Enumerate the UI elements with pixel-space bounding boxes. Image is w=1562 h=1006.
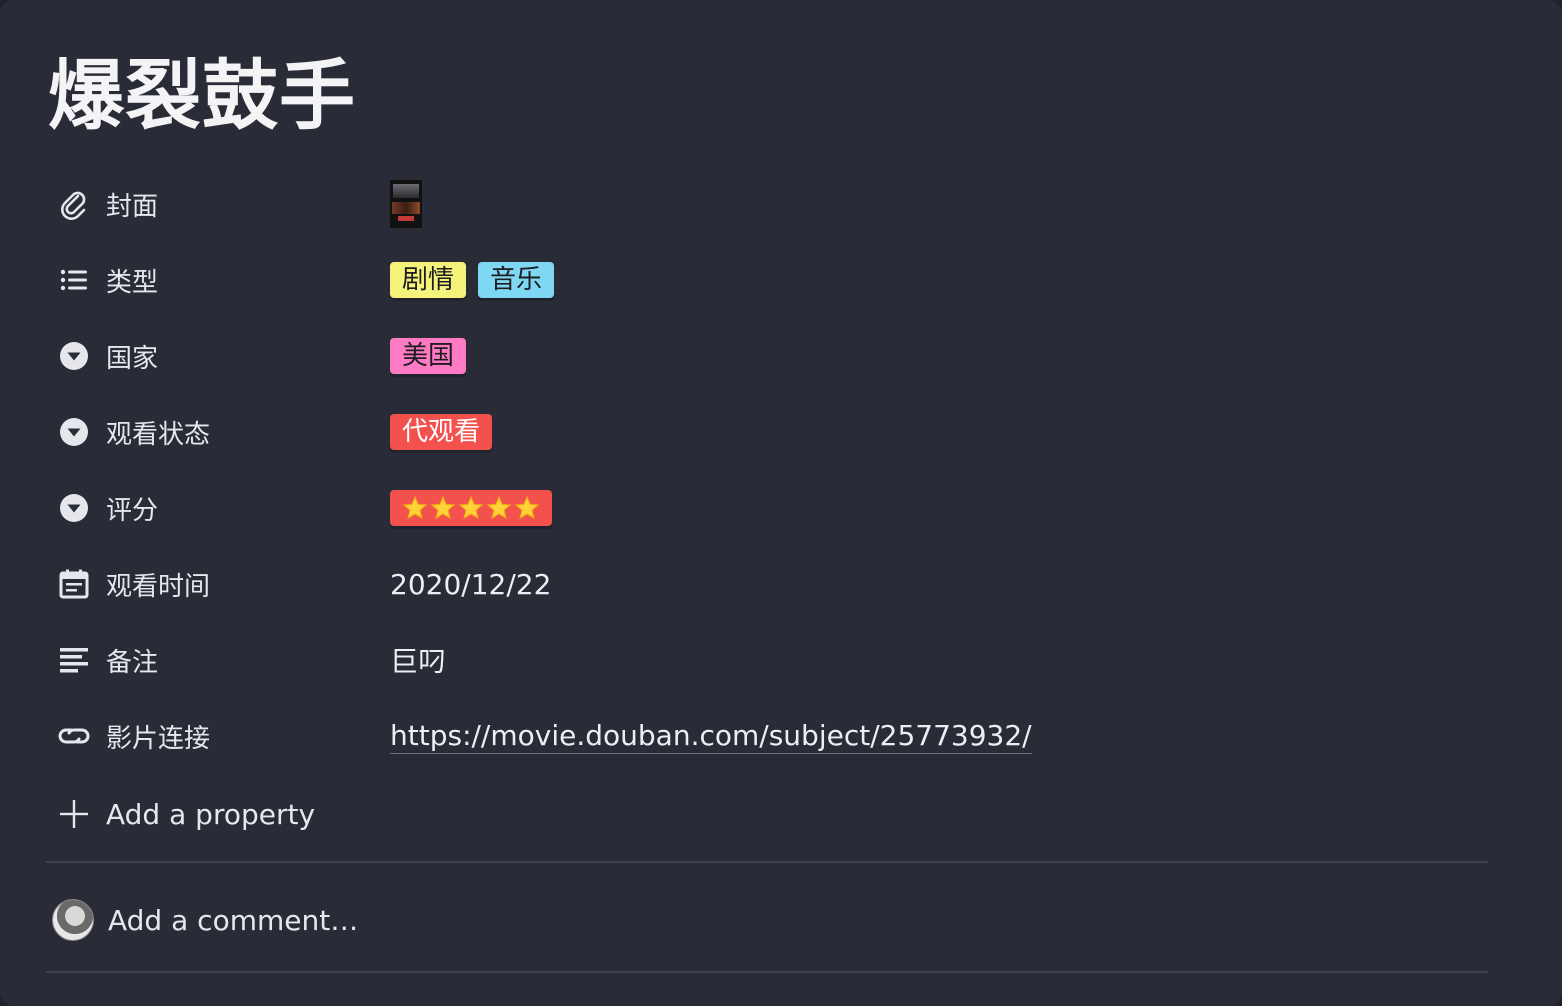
property-value-country[interactable]: 美国 (390, 318, 467, 394)
tag-music[interactable]: 音乐 (478, 262, 555, 298)
watch-date-value[interactable]: 2020/12/22 (390, 568, 551, 601)
text-icon (46, 622, 102, 698)
star-icon (486, 495, 512, 520)
property-label-country[interactable]: 国家 (46, 318, 376, 394)
star-icon (458, 495, 484, 520)
paperclip-icon (46, 166, 102, 242)
tag-rating-stars[interactable] (390, 490, 552, 526)
property-label-watch-date[interactable]: 观看时间 (46, 546, 376, 622)
add-property-button[interactable]: Add a property (46, 776, 315, 852)
property-row-rating: 评分 (46, 470, 1488, 546)
select-icon (46, 318, 102, 394)
divider-bottom (46, 971, 1488, 973)
property-value-film-link[interactable]: https://movie.douban.com/subject/2577393… (390, 698, 1032, 774)
property-label-text: 封面 (106, 191, 159, 222)
tag-drama[interactable]: 剧情 (390, 262, 467, 298)
add-comment-field[interactable]: Add a comment… (52, 898, 358, 942)
property-label-watch-status[interactable]: 观看状态 (46, 394, 376, 470)
cover-thumbnail[interactable] (390, 180, 422, 228)
property-value-notes[interactable]: 巨叼 (390, 622, 446, 698)
property-row-watch-date: 观看时间 2020/12/22 (46, 546, 1488, 622)
add-comment-placeholder: Add a comment… (108, 903, 359, 937)
divider-top (46, 861, 1488, 863)
property-label-genre[interactable]: 类型 (46, 242, 376, 318)
star-icon (430, 495, 456, 520)
property-label-text: 评分 (106, 495, 159, 526)
property-label-text: 国家 (106, 343, 159, 374)
page-title[interactable]: 爆裂鼓手 (48, 48, 356, 144)
property-row-cover: 封面 (46, 166, 1488, 242)
property-label-rating[interactable]: 评分 (46, 470, 376, 546)
property-value-rating[interactable] (390, 470, 552, 546)
property-row-watch-status: 观看状态 代观看 (46, 394, 1488, 470)
add-property-label: Add a property (106, 797, 316, 831)
property-row-country: 国家 美国 (46, 318, 1488, 394)
property-row-genre: 类型 剧情 音乐 (46, 242, 1488, 318)
property-row-film-link: 影片连接 https://movie.douban.com/subject/25… (46, 698, 1488, 774)
rating-stars (402, 495, 540, 521)
star-icon (514, 495, 540, 520)
property-value-watch-date[interactable]: 2020/12/22 (390, 546, 551, 622)
tag-usa[interactable]: 美国 (390, 338, 467, 374)
property-row-notes: 备注 巨叼 (46, 622, 1488, 698)
property-label-text: 备注 (106, 647, 159, 678)
film-link-url[interactable]: https://movie.douban.com/subject/2577393… (390, 719, 1032, 754)
avatar (52, 899, 94, 941)
star-icon (402, 495, 428, 520)
plus-icon (46, 798, 102, 830)
property-label-text: 观看状态 (106, 419, 211, 450)
property-label-notes[interactable]: 备注 (46, 622, 376, 698)
notes-value[interactable]: 巨叼 (390, 640, 446, 680)
select-icon (46, 470, 102, 546)
property-label-film-link[interactable]: 影片连接 (46, 698, 376, 774)
calendar-icon (46, 546, 102, 622)
page: 爆裂鼓手 封面 类型 剧情 音乐 国家 美国 观看状态 代观看 评分 观看时间 … (0, 0, 1562, 1006)
property-value-genre[interactable]: 剧情 音乐 (390, 242, 555, 318)
property-label-text: 类型 (106, 267, 159, 298)
select-icon (46, 394, 102, 470)
property-label-cover[interactable]: 封面 (46, 166, 376, 242)
property-label-text: 影片连接 (106, 723, 211, 754)
link-icon (46, 698, 102, 774)
property-value-watch-status[interactable]: 代观看 (390, 394, 493, 470)
property-value-cover[interactable] (390, 166, 422, 242)
property-label-text: 观看时间 (106, 571, 211, 602)
tag-to-watch[interactable]: 代观看 (390, 414, 493, 450)
list-icon (46, 242, 102, 318)
